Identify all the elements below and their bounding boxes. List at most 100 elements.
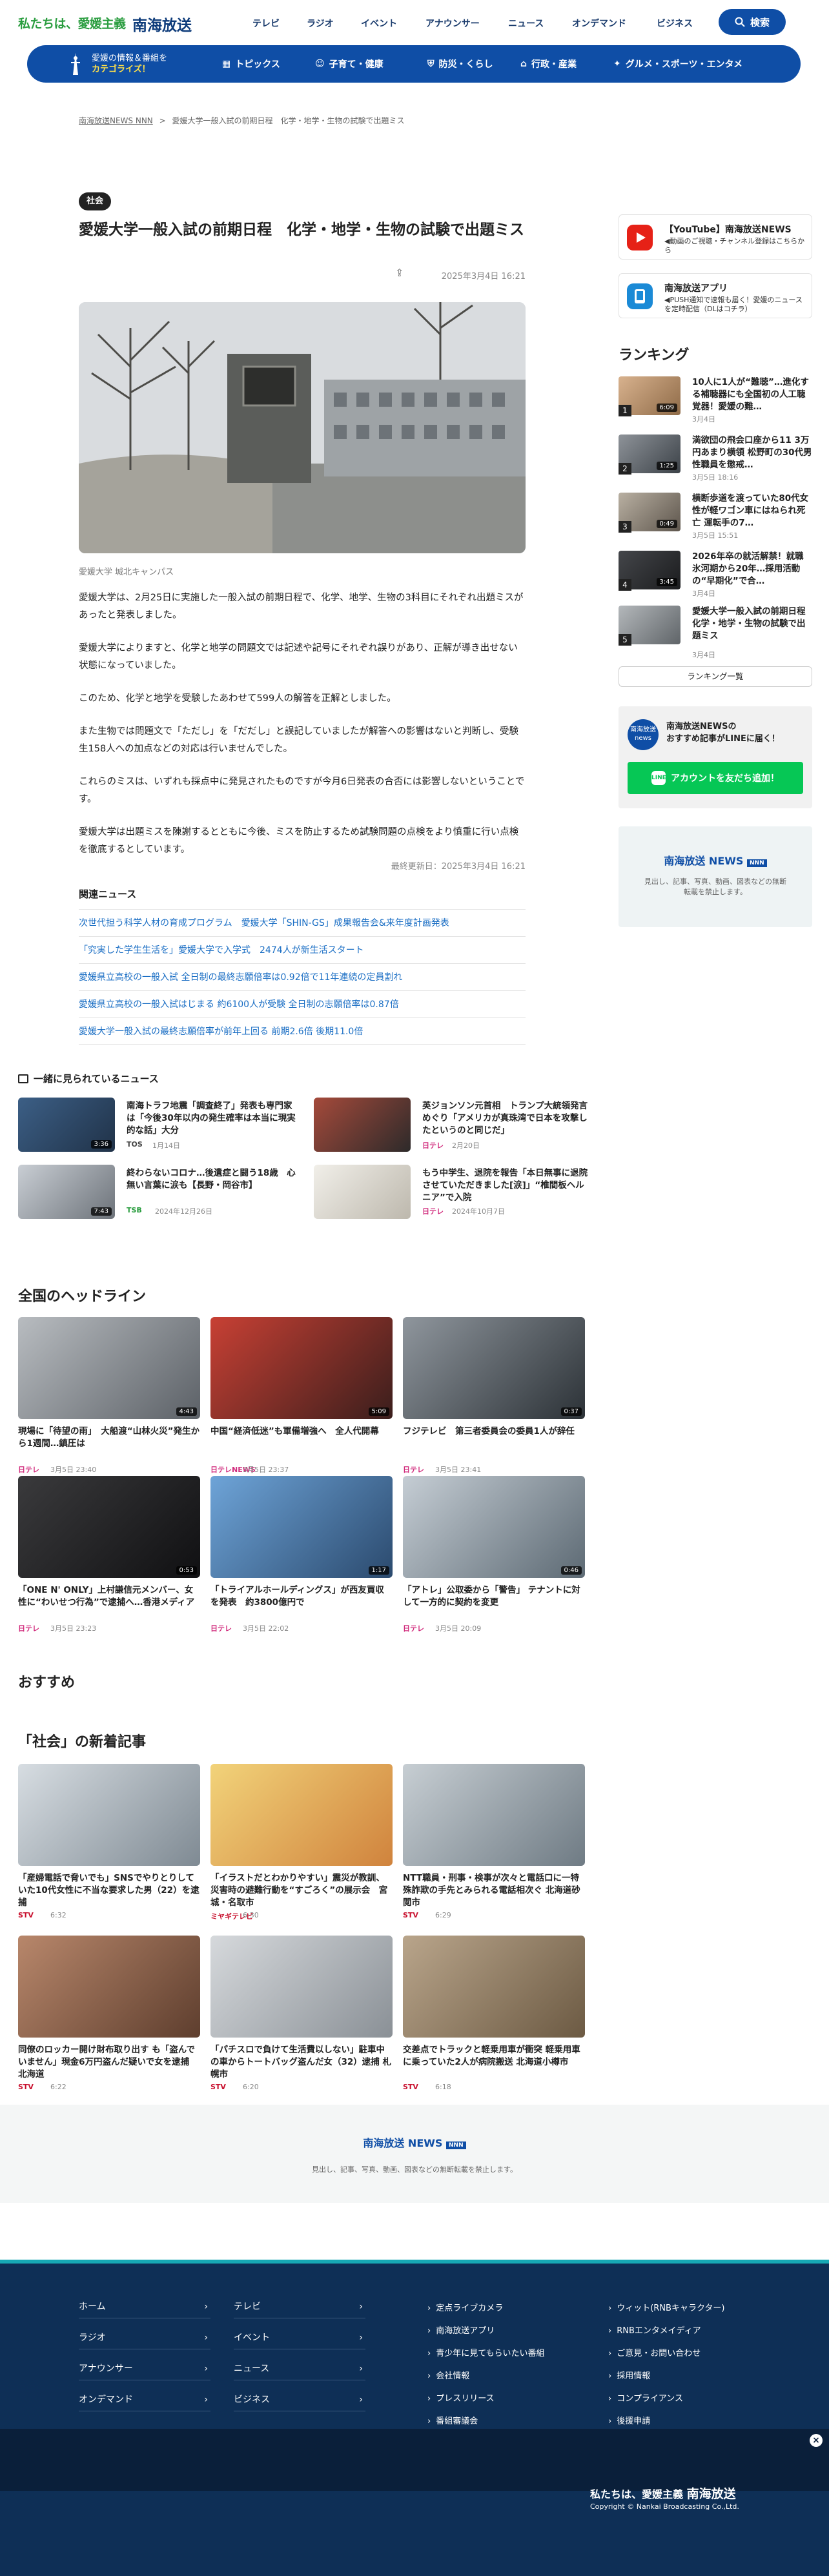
social-heading: 「社会」の新着記事 — [18, 1734, 147, 1750]
card-source: 日テレ — [422, 1141, 444, 1150]
footer-sub-link[interactable]: 後援申請 — [608, 2414, 650, 2426]
card-title: 終わらないコロナ…後遺症と闘う18歳 心無い言葉に涙も【長野・岡谷市】 — [127, 1168, 296, 1191]
footer-sub-link[interactable]: ウィット(RNBキャラクター) — [608, 2301, 724, 2313]
breadcrumb-home[interactable]: 南海放送NEWS NNN — [79, 116, 153, 125]
related-news-link[interactable]: 愛媛大学一般入試の最終志願倍率が前年上回る 前期2.6倍 後期11.0倍 — [79, 1017, 526, 1045]
footer-sub-link[interactable]: コンプライアンス — [608, 2391, 683, 2404]
nav-ondemand[interactable]: オンデマンド — [572, 17, 626, 30]
breadcrumb-sep: > — [159, 116, 166, 125]
chevron-right-icon: › — [204, 2302, 208, 2312]
search-label: 検索 — [750, 16, 770, 28]
footer-sub-link[interactable]: 南海放送アプリ — [427, 2324, 495, 2336]
footer-sub-link[interactable]: 定点ライブカメラ — [427, 2301, 503, 2313]
footer-link-label: テレビ — [234, 2302, 261, 2312]
related-news-link[interactable]: 「究実した学生生活を」愛媛大学で入学式 2474人が新生活スタート — [79, 936, 526, 963]
line-promo: 南海放送 news 南海放送NEWSの おすすめ記事がLINEに届く！ LINE… — [619, 706, 812, 808]
family-icon: ☺ — [315, 59, 325, 69]
article-paragraph: このため、化学と地学を受験したあわせて599人の解答を正解としました。 — [79, 693, 396, 704]
article-title: 愛媛大学一般入試の前期日程 化学・地学・生物の試験で出題ミス — [79, 221, 524, 238]
brand-logo[interactable]: 南海放送 — [132, 13, 192, 35]
card-source: 日テレ — [422, 1207, 444, 1216]
youtube-banner[interactable]: 【YouTube】南海放送NEWS ◀動画のご視聴・チャンネル登録はこちらから — [619, 214, 812, 260]
copyright: Copyright © Nankai Broadcasting Co.,Ltd. — [590, 2502, 739, 2511]
video-duration: 0:46 — [560, 1566, 582, 1575]
ranking-date: 3月4日 — [692, 651, 715, 659]
card-date: 6:18 — [435, 2083, 451, 2091]
nav-event[interactable]: イベント — [361, 17, 397, 30]
footer-link-ondemand[interactable]: オンデマンド › — [79, 2388, 210, 2411]
footer-sub-link[interactable]: 会社情報 — [427, 2369, 469, 2381]
category-disaster[interactable]: ⛨ 防災・くらし — [427, 57, 493, 70]
footer-link-label: ホーム — [79, 2302, 106, 2312]
nav-business[interactable]: ビジネス — [657, 17, 693, 30]
footer-link-news[interactable]: ニュース › — [234, 2357, 365, 2380]
footer-link-tv[interactable]: テレビ › — [234, 2295, 365, 2318]
footer-sub-link[interactable]: ご意見・お問い合わせ — [608, 2346, 701, 2358]
app-icon — [627, 283, 653, 309]
video-duration: 1:17 — [368, 1566, 389, 1575]
footer-sub-link[interactable]: 番組審議会 — [427, 2414, 478, 2426]
nav-announcer[interactable]: アナウンサー — [425, 17, 480, 30]
ranking-item[interactable]: 6:09 1 10人に1人が“難聴”…進化する補聴器にも全国初の人工聴覚器！愛媛… — [619, 376, 812, 431]
nnb-logo-text: 南海放送 NEWS — [664, 855, 744, 867]
ranking-item[interactable]: 0:49 3 横断歩道を渡っていた80代女性が軽ワゴン車にはねられ死亡 運転手の… — [619, 493, 812, 547]
card-title: もう中学生、退院を報告「本日無事に退院させていただきました[涙]」“椎間板ヘルニ… — [422, 1168, 588, 1203]
footer-link-announcer[interactable]: アナウンサー › — [79, 2357, 210, 2380]
nav-news[interactable]: ニュース — [508, 17, 544, 30]
footer-link-event[interactable]: イベント › — [234, 2326, 365, 2349]
related-news-link[interactable]: 愛媛県立高校の一般入試 全日制の最終志願倍率は0.92倍で11年連続の定員割れ — [79, 963, 526, 990]
article-paragraph: 愛媛大学は出題ミスを陳謝するとともに今後、ミスを防止するため試験問題の点検をより… — [79, 827, 519, 855]
related-news-link[interactable]: 次世代担う科学人材の育成プログラム 愛媛大学「SHIN-GS」成果報告会&来年度… — [79, 909, 526, 936]
app-sub: ◀PUSH通知で速報も届く！愛媛のニュースを定時配信（DLはコチラ） — [664, 296, 803, 313]
card-thumb: 3:36 — [18, 1098, 115, 1152]
category-government[interactable]: ⌂ 行政・産業 — [520, 57, 577, 70]
footer-sub-link[interactable]: RNBエンタメイディア — [608, 2324, 701, 2336]
chevron-right-icon: › — [204, 2395, 208, 2405]
card-thumb: 7:43 — [18, 1165, 115, 1219]
article-paragraph: これらのミスは、いずれも採点中に発見されたものですが今月6日発表の合否には影響し… — [79, 777, 525, 804]
youtube-icon — [627, 225, 653, 250]
footer-link-home[interactable]: ホーム › — [79, 2295, 210, 2318]
ranking-number: 3 — [619, 521, 631, 533]
video-duration: 0:49 — [656, 520, 677, 528]
breadcrumb: 南海放送NEWS NNN > 愛媛大学一般入試の前期日程 化学・地学・生物の試験… — [79, 115, 405, 126]
ranking-item[interactable]: 1:25 2 満欲団の飛会口座から11 3万円あまり横領 松野町の30代男性職員… — [619, 434, 812, 489]
footer-link-business[interactable]: ビジネス › — [234, 2388, 365, 2411]
category-topics[interactable]: ▦ トピックス — [222, 57, 280, 70]
ranking-item[interactable]: 3:45 4 2026年卒の就活解禁！就職氷河期から20年…採用活動の“早期化”… — [619, 551, 812, 605]
close-icon[interactable]: × — [810, 2434, 823, 2447]
nav-radio[interactable]: ラジオ — [307, 17, 334, 30]
card-date: 6:22 — [50, 2083, 67, 2091]
video-duration: 3:36 — [90, 1140, 112, 1149]
ranking-item[interactable]: 5 愛媛大学一般入試の前期日程 化学・地学・生物の試験で出題ミス 3月4日 — [619, 606, 814, 660]
footer-nnb-badge: NNN — [446, 2142, 466, 2149]
related-news-link[interactable]: 愛媛県立高校の一般入試はじまる 約6100人が受験 全日制の志願倍率は0.87倍 — [79, 990, 526, 1017]
footer-sub-link[interactable]: 青少年に見てもらいたい番組 — [427, 2346, 544, 2358]
line-button-label: アカウントを友だち追加！ — [671, 773, 779, 784]
card-thumb — [210, 1936, 393, 2038]
card-date: 3月5日 22:02 — [243, 1624, 289, 1633]
category-label: 防災・くらし — [438, 59, 493, 70]
search-button[interactable]: 検索 — [719, 9, 786, 35]
category-parenting[interactable]: ☺ 子育て・健康 — [315, 57, 384, 70]
card-title: フジテレビ 第三者委員会の委員1人が辞任 — [403, 1426, 575, 1436]
promo-line2: カテゴライズ！ — [92, 65, 150, 74]
ranking-more-button[interactable]: ランキング一覧 — [619, 666, 812, 687]
promo-line1: 愛媛の情報＆番組を — [92, 54, 168, 63]
footer-sub-link[interactable]: プレスリリース — [427, 2391, 494, 2404]
video-duration: 5:09 — [368, 1407, 389, 1416]
category-tag[interactable]: 社会 — [79, 192, 112, 210]
share-icon[interactable]: ⇪ — [395, 267, 404, 279]
category-gourmet[interactable]: ✦ グルメ・スポーツ・エンタメ — [613, 57, 742, 70]
footer-sub-link[interactable]: 採用情報 — [608, 2369, 650, 2381]
app-banner[interactable]: 南海放送アプリ ◀PUSH通知で速報も届く！愛媛のニュースを定時配信（DLはコチ… — [619, 273, 812, 318]
card-title: 現場に「待望の雨」 大船渡“山林火災”発生から1週間…鎮圧は — [18, 1426, 200, 1449]
brand-tagline[interactable]: 私たちは、愛媛主義 — [18, 14, 126, 32]
line-add-friend-button[interactable]: LINE アカウントを友だち追加！ — [628, 762, 803, 794]
footer-brand[interactable]: 私たちは、愛媛主義 南海放送 — [590, 2484, 736, 2502]
footer-link-radio[interactable]: ラジオ › — [79, 2326, 210, 2349]
nav-tv[interactable]: テレビ — [252, 17, 280, 30]
chevron-right-icon: › — [359, 2302, 363, 2312]
card-thumb — [314, 1098, 411, 1152]
card-title: 「産婦電話で脅いでも」SNSでやりとりしていた10代女性に不当な要求した男（22… — [18, 1873, 200, 1908]
